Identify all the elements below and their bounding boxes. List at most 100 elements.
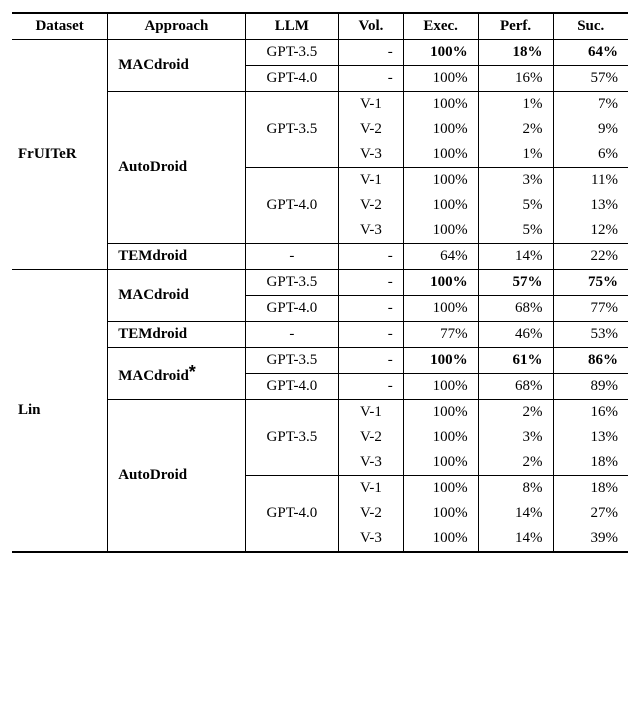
exec-cell: 100% — [403, 92, 478, 118]
suc-cell: 86% — [553, 348, 628, 374]
suc-cell: 16% — [553, 400, 628, 426]
star-icon: * — [189, 362, 196, 382]
exec-cell: 100% — [403, 425, 478, 450]
vol-cell: V-3 — [339, 450, 404, 476]
vol-cell: - — [339, 322, 404, 348]
dataset-fruiter: FrUITeR — [12, 40, 108, 270]
vol-cell: V-1 — [339, 400, 404, 426]
perf-cell: 3% — [478, 168, 553, 194]
suc-cell: 11% — [553, 168, 628, 194]
header-vol: Vol. — [339, 13, 404, 40]
perf-cell: 16% — [478, 66, 553, 92]
exec-cell: 100% — [403, 218, 478, 244]
exec-cell: 100% — [403, 40, 478, 66]
llm-cell: GPT-4.0 — [245, 168, 339, 244]
llm-cell: GPT-3.5 — [245, 270, 339, 296]
vol-cell: - — [339, 40, 404, 66]
exec-cell: 100% — [403, 168, 478, 194]
perf-cell: 1% — [478, 92, 553, 118]
vol-cell: V-1 — [339, 476, 404, 502]
llm-cell: GPT-4.0 — [245, 476, 339, 553]
suc-cell: 75% — [553, 270, 628, 296]
vol-cell: - — [339, 244, 404, 270]
vol-cell: - — [339, 374, 404, 400]
header-suc: Suc. — [553, 13, 628, 40]
perf-cell: 14% — [478, 526, 553, 552]
llm-cell: GPT-3.5 — [245, 400, 339, 476]
vol-cell: V-2 — [339, 425, 404, 450]
vol-cell: - — [339, 296, 404, 322]
suc-cell: 53% — [553, 322, 628, 348]
perf-cell: 14% — [478, 244, 553, 270]
approach-autodroid: AutoDroid — [108, 92, 245, 244]
exec-cell: 100% — [403, 501, 478, 526]
suc-cell: 18% — [553, 476, 628, 502]
approach-autodroid: AutoDroid — [108, 400, 245, 553]
approach-macdroid: MACdroid — [108, 40, 245, 92]
suc-cell: 64% — [553, 40, 628, 66]
vol-cell: V-3 — [339, 142, 404, 168]
approach-temdroid: TEMdroid — [108, 322, 245, 348]
approach-macdroid: MACdroid — [108, 270, 245, 322]
header-approach: Approach — [108, 13, 245, 40]
llm-cell: GPT-4.0 — [245, 66, 339, 92]
llm-cell: GPT-3.5 — [245, 92, 339, 168]
exec-cell: 100% — [403, 142, 478, 168]
exec-cell: 64% — [403, 244, 478, 270]
suc-cell: 89% — [553, 374, 628, 400]
vol-cell: V-1 — [339, 168, 404, 194]
exec-cell: 100% — [403, 450, 478, 476]
exec-cell: 100% — [403, 270, 478, 296]
perf-cell: 8% — [478, 476, 553, 502]
perf-cell: 5% — [478, 193, 553, 218]
exec-cell: 100% — [403, 117, 478, 142]
exec-cell: 100% — [403, 193, 478, 218]
exec-cell: 100% — [403, 296, 478, 322]
header-row: Dataset Approach LLM Vol. Exec. Perf. Su… — [12, 13, 628, 40]
exec-cell: 77% — [403, 322, 478, 348]
exec-cell: 100% — [403, 526, 478, 552]
suc-cell: 18% — [553, 450, 628, 476]
vol-cell: V-3 — [339, 218, 404, 244]
llm-cell: GPT-3.5 — [245, 40, 339, 66]
header-dataset: Dataset — [12, 13, 108, 40]
vol-cell: - — [339, 66, 404, 92]
table-row: Lin MACdroid GPT-3.5 - 100% 57% 75% — [12, 270, 628, 296]
vol-cell: - — [339, 270, 404, 296]
llm-cell: - — [245, 244, 339, 270]
exec-cell: 100% — [403, 400, 478, 426]
suc-cell: 22% — [553, 244, 628, 270]
suc-cell: 27% — [553, 501, 628, 526]
exec-cell: 100% — [403, 476, 478, 502]
suc-cell: 12% — [553, 218, 628, 244]
perf-cell: 68% — [478, 296, 553, 322]
perf-cell: 2% — [478, 117, 553, 142]
perf-cell: 61% — [478, 348, 553, 374]
vol-cell: V-2 — [339, 193, 404, 218]
perf-cell: 68% — [478, 374, 553, 400]
perf-cell: 2% — [478, 450, 553, 476]
approach-macdroid-star: MACdroid* — [108, 348, 245, 400]
macdroid-star-base: MACdroid — [118, 368, 189, 384]
perf-cell: 2% — [478, 400, 553, 426]
suc-cell: 13% — [553, 425, 628, 450]
perf-cell: 18% — [478, 40, 553, 66]
vol-cell: V-2 — [339, 501, 404, 526]
llm-cell: - — [245, 322, 339, 348]
exec-cell: 100% — [403, 374, 478, 400]
results-table: Dataset Approach LLM Vol. Exec. Perf. Su… — [12, 12, 628, 553]
perf-cell: 3% — [478, 425, 553, 450]
approach-temdroid: TEMdroid — [108, 244, 245, 270]
header-perf: Perf. — [478, 13, 553, 40]
suc-cell: 39% — [553, 526, 628, 552]
llm-cell: GPT-4.0 — [245, 374, 339, 400]
perf-cell: 5% — [478, 218, 553, 244]
suc-cell: 7% — [553, 92, 628, 118]
llm-cell: GPT-4.0 — [245, 296, 339, 322]
vol-cell: V-2 — [339, 117, 404, 142]
header-llm: LLM — [245, 13, 339, 40]
dataset-lin: Lin — [12, 270, 108, 553]
suc-cell: 77% — [553, 296, 628, 322]
table-row: FrUITeR MACdroid GPT-3.5 - 100% 18% 64% — [12, 40, 628, 66]
perf-cell: 1% — [478, 142, 553, 168]
